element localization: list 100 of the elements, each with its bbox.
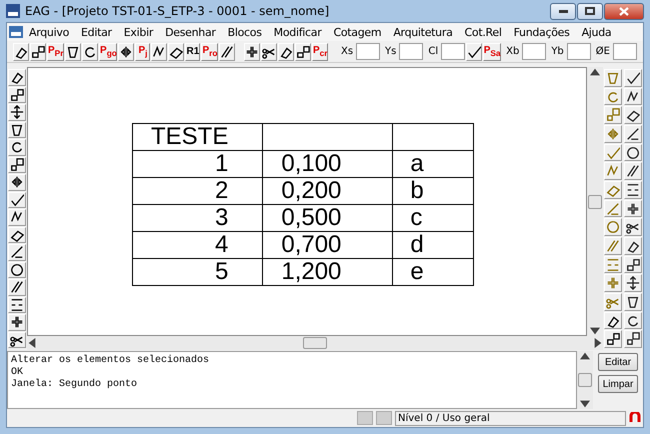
tool-button[interactable]: [624, 237, 642, 255]
tool-button[interactable]: [8, 244, 26, 260]
tool-button[interactable]: [168, 42, 184, 60]
tool-button[interactable]: [624, 88, 642, 106]
tool-button[interactable]: [13, 42, 29, 60]
tool-button[interactable]: [8, 139, 26, 156]
tool-button[interactable]: [244, 42, 260, 60]
tool-button[interactable]: [624, 218, 642, 236]
tool-button[interactable]: [8, 332, 26, 348]
tool-button[interactable]: [624, 312, 642, 330]
tool-button[interactable]: [624, 106, 642, 124]
tool-button[interactable]: [624, 274, 642, 292]
vertical-scrollbar[interactable]: [577, 351, 593, 409]
scroll-thumb[interactable]: [578, 373, 592, 387]
up-arrow-icon[interactable]: [580, 351, 590, 361]
left-arrow-icon[interactable]: [27, 338, 37, 348]
horizontal-scrollbar[interactable]: [27, 336, 603, 350]
menu-item[interactable]: Cotagem: [327, 26, 388, 38]
tool-button[interactable]: P$_{cr}$: [312, 42, 328, 60]
tool-button[interactable]: [8, 226, 26, 243]
tool-button[interactable]: [8, 69, 26, 86]
table-cell: 4: [132, 232, 263, 258]
tool-button[interactable]: [8, 262, 26, 278]
tool-button[interactable]: [624, 200, 642, 218]
tool-icon: [10, 88, 24, 102]
menu-item[interactable]: Blocos: [222, 26, 268, 38]
tool-button[interactable]: P$_{j}$: [135, 42, 150, 60]
tool-button[interactable]: [260, 42, 277, 60]
tool-button[interactable]: [466, 42, 482, 60]
tool-button[interactable]: [151, 42, 168, 60]
menu-item[interactable]: Arquivo: [23, 26, 76, 38]
drawing-canvas[interactable]: TESTE 1 0,100 a 2 0,200 b 3 0,500 c 4 0,700 d 5 1,200 e: [27, 67, 587, 336]
tool-button[interactable]: R1: [185, 42, 200, 60]
console-button[interactable]: Editar: [598, 353, 638, 371]
status-pane: [357, 411, 373, 425]
menu-item[interactable]: Editar: [75, 26, 118, 38]
tool-icon: [626, 294, 640, 309]
menu-item[interactable]: Desenhar: [159, 26, 222, 38]
tool-button[interactable]: [8, 104, 26, 120]
tool-button[interactable]: [8, 279, 26, 296]
tool-button[interactable]: [294, 42, 311, 60]
menu-item[interactable]: Exibir: [118, 26, 160, 38]
tool-button[interactable]: [624, 256, 642, 274]
tool-button[interactable]: P$_{Sa}$: [483, 42, 502, 60]
tool-button[interactable]: [8, 192, 26, 208]
tool-icon: [10, 140, 24, 154]
tool-button[interactable]: P$_{Pr}$: [47, 42, 64, 60]
tool-button[interactable]: [219, 42, 236, 60]
right-arrow-icon[interactable]: [593, 338, 603, 348]
menu-item[interactable]: Fundações: [508, 26, 576, 38]
tool-icon: [10, 210, 24, 224]
vertical-scrollbar[interactable]: [587, 67, 603, 336]
input-field[interactable]: [441, 43, 466, 60]
tool-button[interactable]: [65, 42, 82, 60]
menu-item[interactable]: Ajuda: [576, 26, 618, 38]
tool-button[interactable]: [624, 181, 642, 199]
input-field[interactable]: [356, 43, 380, 60]
tool-button[interactable]: P$_{ro}$: [201, 42, 218, 60]
tool-icon: [10, 192, 24, 207]
tool-icon: [169, 44, 184, 58]
tool-button[interactable]: P$_{go}$: [99, 42, 118, 60]
tool-button[interactable]: [624, 144, 642, 162]
console-button[interactable]: Limpar: [598, 375, 638, 393]
input-field[interactable]: [522, 43, 546, 60]
tool-button[interactable]: [624, 330, 642, 348]
down-arrow-icon[interactable]: [590, 326, 600, 336]
menu-item[interactable]: Modificar: [268, 26, 328, 38]
tool-button[interactable]: [624, 125, 642, 143]
tool-button[interactable]: [8, 122, 26, 138]
console-line: Alterar os elementos selecionados: [11, 355, 210, 367]
minimize-icon: [558, 10, 568, 12]
down-arrow-icon[interactable]: [580, 399, 590, 409]
tool-button[interactable]: [118, 42, 134, 60]
input-field[interactable]: [613, 43, 637, 60]
tool-button[interactable]: [624, 293, 642, 311]
tool-button[interactable]: [624, 69, 642, 87]
tool-button[interactable]: [30, 42, 46, 60]
scroll-thumb[interactable]: [303, 337, 327, 349]
close-button[interactable]: [604, 2, 644, 20]
input-field[interactable]: [566, 43, 591, 60]
tool-button[interactable]: [8, 156, 26, 173]
menu-item[interactable]: Arquitetura: [387, 26, 459, 38]
tool-icon: [606, 258, 620, 272]
minimize-button[interactable]: [550, 2, 576, 20]
up-arrow-icon[interactable]: [590, 67, 600, 77]
scroll-thumb[interactable]: [588, 194, 602, 208]
tool-button[interactable]: [8, 314, 26, 330]
menu-item[interactable]: Cot.Rel: [458, 26, 508, 38]
tool-button[interactable]: [624, 162, 642, 180]
tool-button[interactable]: [8, 174, 26, 190]
input-field[interactable]: [399, 43, 424, 60]
tool-button[interactable]: [604, 330, 622, 348]
tool-icon: [606, 220, 620, 234]
tool-button[interactable]: [8, 296, 26, 313]
tool-button[interactable]: [8, 209, 26, 226]
tool-button[interactable]: [278, 42, 294, 60]
tool-button[interactable]: [82, 42, 98, 60]
maximize-button[interactable]: [577, 2, 603, 20]
tool-button[interactable]: [604, 312, 622, 330]
tool-button[interactable]: [8, 86, 26, 103]
